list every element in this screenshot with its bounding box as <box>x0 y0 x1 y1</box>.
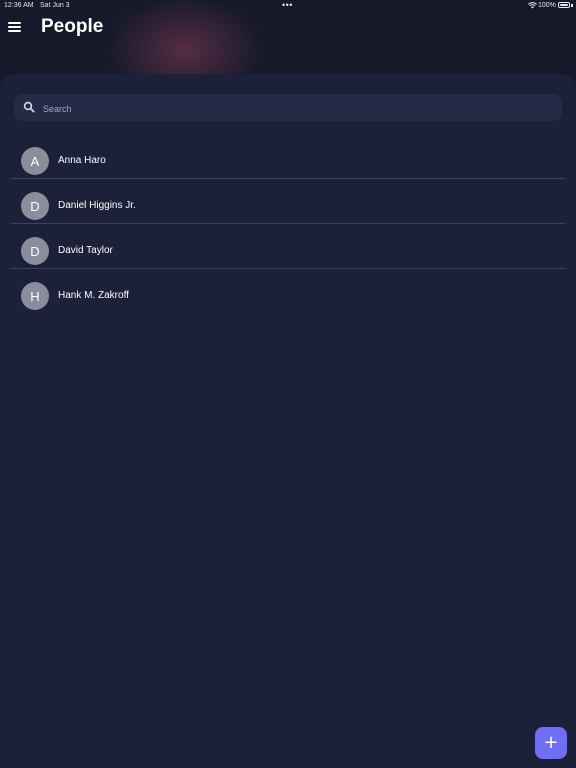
avatar: H <box>21 282 49 310</box>
avatar: A <box>21 147 49 175</box>
contact-name: Hank M. Zakroff <box>58 290 129 301</box>
hamburger-menu-icon[interactable] <box>8 19 24 35</box>
avatar: D <box>21 192 49 220</box>
list-item-david-taylor[interactable]: D David Taylor <box>0 234 576 279</box>
search-icon <box>23 101 35 113</box>
list-item-daniel-higgins[interactable]: D Daniel Higgins Jr. <box>0 189 576 234</box>
add-contact-button[interactable]: + <box>535 727 567 759</box>
battery-icon <box>558 2 570 8</box>
search-input[interactable] <box>41 94 545 123</box>
multitasking-dots-icon[interactable]: ••• <box>282 0 293 10</box>
avatar: D <box>21 237 49 265</box>
wifi-icon <box>528 2 537 9</box>
page-title: People <box>41 16 104 37</box>
battery-percentage: 100% <box>538 2 556 9</box>
search-bar[interactable] <box>14 94 562 123</box>
divider <box>11 223 565 224</box>
contact-name: Daniel Higgins Jr. <box>58 200 136 211</box>
status-time: 12:36 AM <box>4 2 34 9</box>
divider <box>11 178 565 179</box>
content-sheet: A Anna Haro D Daniel Higgins Jr. D David… <box>0 74 576 768</box>
list-item-hank-zakroff[interactable]: H Hank M. Zakroff <box>0 279 576 324</box>
contact-name: Anna Haro <box>58 155 106 166</box>
status-date: Sat Jun 3 <box>40 2 70 9</box>
status-bar: 12:36 AM Sat Jun 3 ••• 100% <box>0 0 576 12</box>
battery-tip <box>571 4 573 7</box>
list-item-anna-haro[interactable]: A Anna Haro <box>0 144 576 189</box>
contact-list: A Anna Haro D Daniel Higgins Jr. D David… <box>0 144 576 324</box>
divider <box>11 268 565 269</box>
contact-name: David Taylor <box>58 245 113 256</box>
